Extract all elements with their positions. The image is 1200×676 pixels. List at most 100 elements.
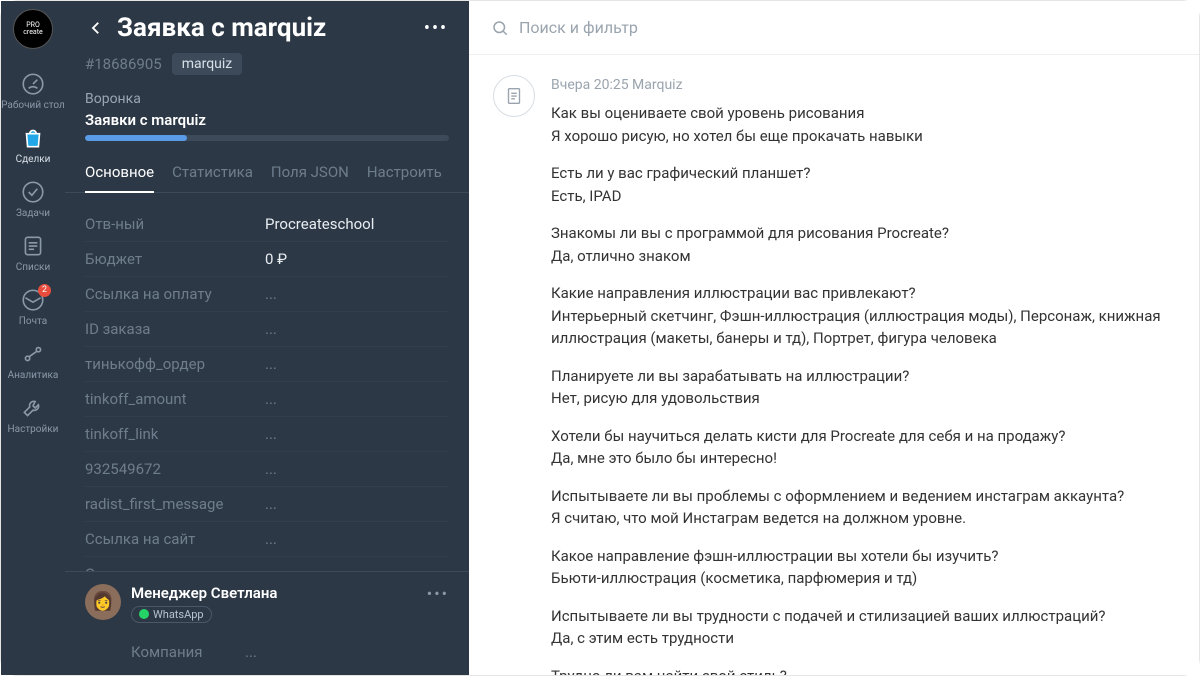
company-row[interactable]: Компания ... [65,635,469,675]
nav-lists[interactable]: Списки [1,225,65,279]
field-label: Ссылка на оплату [85,285,265,303]
qa-pair: Испытываете ли вы проблемы с оформлением… [551,485,1175,530]
question: Испытываете ли вы трудности с подачей и … [551,605,1175,628]
field-value: 0 ₽ [265,250,287,268]
field-list: Отв-ныйProcreateschoolБюджет0 ₽Ссылка на… [65,193,469,571]
answer: Есть, IPAD [551,185,1175,208]
field-row[interactable]: Ссылка на сайт... [85,522,449,557]
nav-analytics[interactable]: Аналитика [1,333,65,387]
whatsapp-icon [139,609,149,619]
nav-tasks[interactable]: Задачи [1,171,65,225]
field-label: Отв-ный [85,215,265,233]
nav-label: Задачи [16,208,50,219]
nav-settings[interactable]: Настройки [1,387,65,441]
qa-pair: Трудно ли вам найти свой стиль?Еще опред… [551,665,1175,676]
nav-mail[interactable]: 2 Почта [1,279,65,333]
stage-progress[interactable] [85,135,449,141]
tab-main[interactable]: Основное [85,163,154,193]
nav-label: Аналитика [8,370,59,381]
field-label: Бюджет [85,250,265,268]
tab-json[interactable]: Поля JSON [271,163,349,192]
field-label: тинькофф_ордер [85,355,265,373]
field-value: ... [265,425,277,443]
answer: Интерьерный скетчинг, Фэшн-иллюстрация (… [551,305,1175,350]
contact-name: Менеджер Светлана [131,584,417,602]
field-value: ... [265,530,277,548]
mail-badge: 2 [38,284,51,297]
search-icon [491,19,509,37]
document-icon [493,75,535,117]
field-row[interactable]: radist_first_message... [85,487,449,522]
field-row[interactable]: 932549672... [85,452,449,487]
funnel-label: Воронка [85,91,449,107]
field-row[interactable]: ID заказа... [85,312,449,347]
deal-tag[interactable]: marquiz [172,53,243,75]
app-logo[interactable]: PROcreate [13,9,53,49]
deal-title[interactable]: Заявка с marquiz [117,13,413,43]
whatsapp-chip[interactable]: WhatsApp [131,606,212,623]
tab-configure[interactable]: Настроить [367,163,442,192]
search-bar [469,1,1199,55]
deal-id: #18686905 [85,55,162,73]
deal-panel: Заявка с marquiz ••• #18686905 marquiz В… [65,1,469,675]
answer: Бьюти-иллюстрация (косметика, парфюмерия… [551,567,1175,590]
field-row[interactable]: Отв-ныйProcreateschool [85,207,449,242]
field-label: 932549672 [85,460,265,478]
company-label: Компания [131,643,245,661]
field-label: tinkoff_amount [85,390,265,408]
field-value: ... [265,320,277,338]
question: Испытываете ли вы проблемы с оформлением… [551,485,1175,508]
deal-more-button[interactable]: ••• [423,18,449,39]
question: Трудно ли вам найти свой стиль? [551,665,1175,676]
contact-block[interactable]: 👩 Менеджер Светлана WhatsApp ••• [65,571,469,636]
back-button[interactable] [85,17,107,39]
main-area: Вчера 20:25 Marquiz Как вы оцениваете св… [469,1,1199,675]
nav-label: Рабочий стол [1,100,65,111]
nav-rail: PROcreate Рабочий стол Сделки Задачи Спи… [1,1,65,675]
field-row[interactable]: tinkoff_link... [85,417,449,452]
question: Какое направление фэшн-иллюстрации вы хо… [551,545,1175,568]
qa-pair: Какие направления иллюстрации вас привле… [551,282,1175,350]
answer: Нет, рисую для удовольствия [551,387,1175,410]
tab-stats[interactable]: Статистика [172,163,253,192]
qa-pair: Есть ли у вас графический планшет?Есть, … [551,162,1175,207]
answer: Да, отлично знаком [551,245,1175,268]
search-input[interactable] [519,18,1177,37]
detail-tabs: Основное Статистика Поля JSON Настроить [65,163,469,193]
field-value: ... [265,390,277,408]
feed: Вчера 20:25 Marquiz Как вы оцениваете св… [469,55,1199,675]
nav-dashboard[interactable]: Рабочий стол [1,63,65,117]
field-row[interactable]: tinkoff_amount... [85,382,449,417]
field-label: tinkoff_link [85,425,265,443]
field-value: Procreateschool [265,215,374,233]
company-value: ... [245,643,257,661]
field-value: ... [265,495,277,513]
qa-pair: Какое направление фэшн-иллюстрации вы хо… [551,545,1175,590]
answer: Да, мне это было бы интересно! [551,447,1175,470]
field-row[interactable]: Ссылка на инстаграм... [85,557,449,571]
field-label: ID заказа [85,320,265,338]
contact-more-button[interactable]: ••• [427,584,449,603]
nav-label: Настройки [8,424,59,435]
field-row[interactable]: тинькофф_ордер... [85,347,449,382]
qa-pair: Как вы оцениваете свой уровень рисования… [551,102,1175,147]
qa-pair: Испытываете ли вы трудности с подачей и … [551,605,1175,650]
qa-pair: Хотели бы научиться делать кисти для Pro… [551,425,1175,470]
wrench-icon [20,395,46,421]
bag-icon [20,125,46,151]
question: Какие направления иллюстрации вас привле… [551,282,1175,305]
nav-deals[interactable]: Сделки [1,117,65,171]
question: Как вы оцениваете свой уровень рисования [551,102,1175,125]
message-meta: Вчера 20:25 Marquiz [551,75,1175,96]
nav-label: Почта [19,316,47,327]
question: Знакомы ли вы с программой для рисования… [551,222,1175,245]
field-row[interactable]: Ссылка на оплату... [85,277,449,312]
stage-name[interactable]: Заявки с marquiz [85,111,449,129]
gauge-icon [20,71,46,97]
answer: Да, с этим есть трудности [551,627,1175,650]
list-icon [20,233,46,259]
field-value: ... [265,285,277,303]
check-circle-icon [20,179,46,205]
field-row[interactable]: Бюджет0 ₽ [85,242,449,277]
avatar: 👩 [85,584,121,620]
